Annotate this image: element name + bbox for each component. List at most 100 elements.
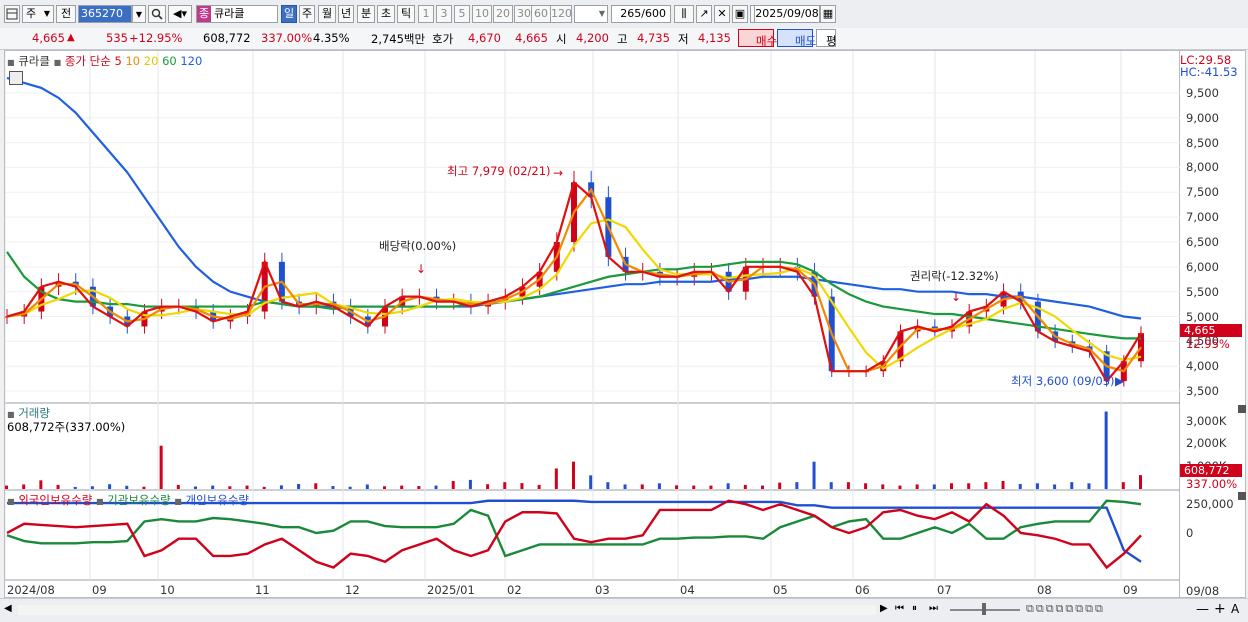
square-icon: ■ (7, 410, 15, 419)
annotation-low: 최저 3,600 (09/03) (1011, 374, 1115, 388)
volume-bar (967, 483, 971, 489)
volume-bar (846, 482, 850, 489)
buy-button[interactable]: 매수 (738, 29, 778, 48)
volume-bar (657, 483, 661, 489)
chart-area[interactable]: → ↓ ↓ ▶ ■ 큐라클 ■ 종가 단순 5 10 20 60 120 최고 7,9… (4, 50, 1181, 599)
x-axis-label: 03 (595, 583, 610, 597)
price-tick-label: 8,500 (1186, 135, 1219, 150)
x-axis-label: 06 (855, 583, 870, 597)
ma-legend-20: 20 (143, 54, 159, 68)
sell-button[interactable]: 매도 (777, 29, 817, 48)
draw-tool-button[interactable]: ↗ (696, 5, 712, 23)
x-axis-label: 05 (773, 583, 788, 597)
prev-button[interactable]: 전 (56, 5, 76, 23)
price-tick-label: 5,500 (1186, 284, 1219, 299)
close-icon[interactable] (1238, 405, 1246, 413)
volume-bar (1139, 475, 1142, 489)
search-button[interactable] (148, 5, 166, 23)
interval-input[interactable]: ▼ (574, 5, 608, 23)
volume-bar (984, 482, 988, 489)
scroll-right-button[interactable]: ▶ (880, 603, 888, 614)
square-icon: ■ (7, 58, 15, 67)
volume-bar (1087, 483, 1091, 489)
zoom-in-button[interactable]: + (1214, 601, 1226, 617)
interval-10[interactable]: 10 (472, 5, 492, 23)
count-field[interactable]: 265/600 (611, 5, 671, 23)
x-axis-label: 2024/08 (7, 583, 55, 597)
scroll-left-button[interactable]: ◀ (4, 603, 12, 614)
volume-bar (554, 468, 558, 489)
volume-bar (1018, 483, 1022, 489)
code-dropdown[interactable]: ▼ (132, 5, 146, 23)
tab-label: 분 (360, 7, 372, 20)
interval-5[interactable]: 5 (454, 5, 470, 23)
arrow-low: ▶ (1115, 374, 1125, 388)
interval-1[interactable]: 1 (418, 5, 434, 23)
eval-button[interactable]: 평 (816, 29, 837, 48)
last-page-button[interactable]: ⏭ (929, 603, 938, 614)
x-axis-label: 2025/01 (427, 583, 475, 597)
interval-60[interactable]: 60 (531, 5, 551, 23)
tab-weekly[interactable]: 주 (299, 5, 315, 23)
tab-tick[interactable]: 틱 (397, 5, 415, 23)
scrollbar-track[interactable] (18, 605, 876, 615)
code-input[interactable]: 365270 (78, 5, 132, 23)
save-button[interactable]: ▣ (732, 5, 748, 23)
volume-bar (743, 484, 747, 489)
chevron-down-icon: ▼ (598, 9, 605, 18)
tab-second[interactable]: 초 (377, 5, 395, 23)
tab-daily[interactable]: 일 (281, 5, 297, 23)
volume-bar (864, 483, 868, 489)
stock-name-field[interactable]: 종 큐라클 (196, 5, 278, 23)
window-icons[interactable]: ⧉⧉⧉⧉⧉⧉⧉⧉ (1026, 602, 1105, 616)
interval-label: 60 (534, 7, 548, 20)
table-icon[interactable] (9, 71, 23, 85)
crosshair-button[interactable]: ✕ (714, 5, 730, 23)
code-value: 365270 (81, 7, 123, 20)
volume-bar (434, 485, 438, 489)
price-tick-label: 5,000 (1186, 309, 1219, 324)
tab-minute[interactable]: 분 (357, 5, 375, 23)
holding-legend: ■ 외국인보유수량 ■ 기관보유수량 ■ 개인보유수량 (7, 492, 249, 508)
square-icon: ■ (174, 497, 182, 506)
volume-tick-label: 2,000K (1186, 436, 1227, 451)
x-axis-label: 08 (1037, 583, 1052, 597)
volume-bar (950, 483, 953, 489)
tab-monthly[interactable]: 월 (318, 5, 336, 23)
right-axis: LC:29.58 HC:-41.53 9,500 9,000 8,500 8,000 7… (1180, 50, 1246, 598)
interval-20[interactable]: 20 (493, 5, 513, 23)
period-unit-value: 주 (26, 7, 37, 20)
close-icon[interactable] (1238, 492, 1246, 500)
interval-label: 5 (458, 7, 466, 20)
pause-button[interactable]: ⏸ (912, 603, 917, 614)
chart-type-button[interactable]: ⫼ (674, 5, 694, 23)
save-icon: ▣ (734, 7, 746, 20)
layout-icon[interactable] (4, 5, 20, 23)
volume-title: 거래량 (18, 406, 50, 420)
volume-ratio: 337.00% (261, 31, 313, 45)
volume-bar (572, 461, 575, 489)
first-page-button[interactable]: ⏮ (895, 603, 904, 614)
volume-bar (125, 485, 129, 489)
price-change: 535 (106, 31, 128, 45)
chart-canvas[interactable]: → ↓ ↓ ▶ (5, 51, 1181, 599)
candle-icon: ⫼ (681, 7, 687, 20)
zoom-out-button[interactable]: — (1196, 602, 1209, 617)
tab-yearly[interactable]: 년 (338, 5, 354, 23)
interval-120[interactable]: 120 (550, 5, 572, 23)
open-price: 4,200 (576, 31, 609, 45)
zoom-slider-thumb[interactable] (982, 603, 986, 615)
period-unit-select[interactable]: 주 ▼ (22, 5, 54, 23)
sound-button[interactable]: ◀▾ (168, 5, 192, 23)
buy-label: 매수 (756, 34, 778, 48)
sell-label: 매도 (795, 34, 817, 48)
x-axis-label: 07 (937, 583, 952, 597)
interval-3[interactable]: 3 (436, 5, 452, 23)
auto-scale-button[interactable]: A (1231, 602, 1239, 616)
price-tick-label: 6,000 (1186, 259, 1219, 274)
date-field[interactable]: 2025/09/08 (754, 5, 820, 23)
change-percent: +12.95% (129, 31, 183, 45)
square-icon: ■ (7, 497, 15, 506)
bid-price: 4,665 (515, 31, 548, 45)
calendar-button[interactable]: ▦ (820, 5, 836, 23)
